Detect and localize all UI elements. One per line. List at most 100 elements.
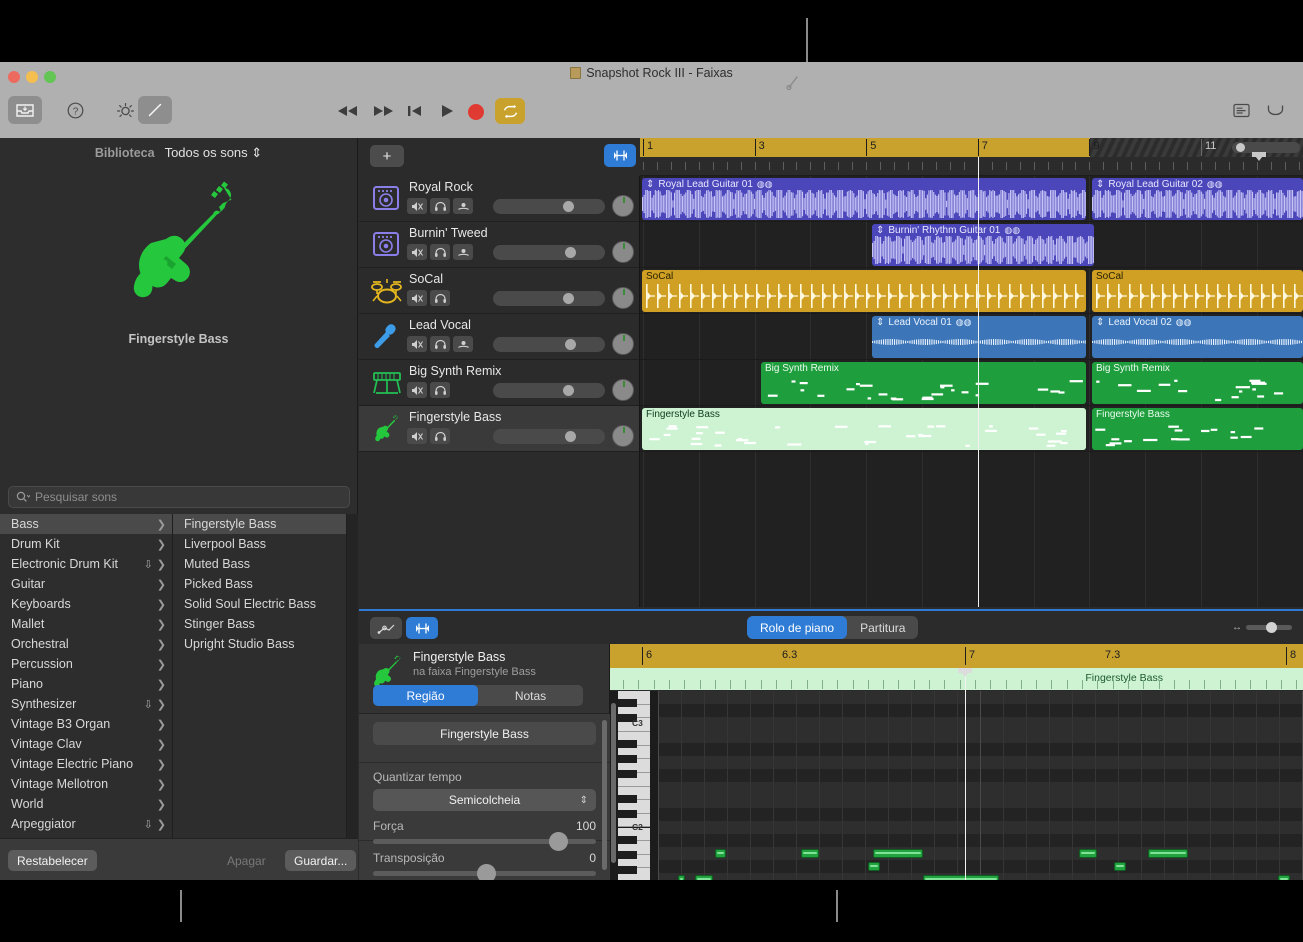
library-patch-item[interactable]: Solid Soul Electric Bass [173, 594, 346, 614]
mute-button[interactable] [407, 290, 427, 306]
track-pan-knob[interactable] [612, 287, 634, 309]
download-icon[interactable]: ⇩ [144, 818, 153, 831]
track-pan-knob[interactable] [612, 195, 634, 217]
track-volume-knob[interactable] [563, 293, 574, 304]
piano-black-key[interactable] [618, 866, 637, 874]
track-volume-knob[interactable] [565, 339, 576, 350]
playhead-handle[interactable] [1252, 152, 1266, 161]
library-category-item[interactable]: Vintage Mellotron❯ [0, 774, 172, 794]
loop-handle-icon[interactable]: ⇕ [646, 179, 654, 190]
piano-roll-ruler[interactable]: 66.377.38 [610, 644, 1303, 668]
track-volume-knob[interactable] [565, 247, 576, 258]
library-search-input[interactable]: Pesquisar sons [8, 486, 350, 508]
region[interactable]: Fingerstyle Bass [1092, 408, 1303, 450]
library-category-column[interactable]: Bass❯Drum Kit❯Electronic Drum Kit⇩❯Guita… [0, 514, 173, 880]
automation-button[interactable] [370, 617, 402, 639]
piano-black-key[interactable] [618, 795, 637, 803]
record-enable-button[interactable] [453, 336, 473, 352]
library-patch-item[interactable]: Upright Studio Bass [173, 634, 346, 654]
midi-note[interactable] [715, 849, 726, 858]
region[interactable]: ⇕Lead Vocal 01◍◍ [872, 316, 1086, 358]
record-enable-button[interactable] [453, 198, 473, 214]
region[interactable]: Fingerstyle Bass [642, 408, 1086, 450]
midi-note[interactable] [1114, 862, 1126, 871]
region[interactable]: SoCal [1092, 270, 1303, 312]
loop-browser-button[interactable] [1262, 96, 1288, 124]
inspector-tabs[interactable]: Região Notas [373, 685, 583, 706]
piano-black-key[interactable] [618, 810, 637, 818]
library-category-item[interactable]: World❯ [0, 794, 172, 814]
track-header[interactable]: SoCal [359, 268, 639, 314]
piano-roll-grid[interactable] [658, 691, 1303, 880]
tab-notes[interactable]: Notas [478, 685, 583, 706]
tab-score[interactable]: Partitura [847, 616, 918, 639]
keyboard-scrollbar[interactable] [611, 703, 616, 863]
library-category-item[interactable]: Keyboards❯ [0, 594, 172, 614]
editor-view-tabs[interactable]: Rolo de piano Partitura [747, 616, 918, 639]
mute-button[interactable] [407, 244, 427, 260]
midi-note[interactable] [678, 875, 685, 880]
piano-black-key[interactable] [618, 836, 637, 844]
library-category-item[interactable]: Drum Kit❯ [0, 534, 172, 554]
track-lane[interactable]: ⇕Lead Vocal 01◍◍⇕Lead Vocal 02◍◍ [640, 314, 1303, 360]
track-volume-knob[interactable] [565, 431, 576, 442]
record-enable-button[interactable] [453, 244, 473, 260]
library-patch-item[interactable]: Stinger Bass [173, 614, 346, 634]
library-category-item[interactable]: Piano❯ [0, 674, 172, 694]
library-category-item[interactable]: Vintage Clav❯ [0, 734, 172, 754]
library-category-item[interactable]: Percussion❯ [0, 654, 172, 674]
library-patch-item[interactable]: Picked Bass [173, 574, 346, 594]
track-lane[interactable]: ⇕Royal Lead Guitar 01◍◍⇕Royal Lead Guita… [640, 176, 1303, 222]
piano-roll-playhead-handle[interactable] [958, 668, 972, 677]
track-lane[interactable]: SoCalSoCal [640, 268, 1303, 314]
track-pan-knob[interactable] [612, 333, 634, 355]
timeline-zoom-slider[interactable] [1232, 142, 1300, 153]
track-header[interactable]: Royal Rock [359, 176, 639, 222]
region-name-field[interactable]: Fingerstyle Bass [373, 722, 596, 745]
add-track-button[interactable]: + [370, 145, 404, 167]
loop-handle-icon[interactable]: ⇕ [1096, 179, 1104, 190]
solo-button[interactable] [430, 244, 450, 260]
solo-button[interactable] [430, 290, 450, 306]
solo-button[interactable] [430, 382, 450, 398]
transpose-slider[interactable] [373, 871, 596, 876]
library-category-item[interactable]: Guitar❯ [0, 574, 172, 594]
track-volume-knob[interactable] [563, 201, 574, 212]
track-lane[interactable]: Fingerstyle BassFingerstyle Bass [640, 406, 1303, 452]
track-header[interactable]: Lead Vocal [359, 314, 639, 360]
reset-button[interactable]: Restabelecer [8, 850, 97, 871]
library-category-item[interactable]: Vintage Electric Piano❯ [0, 754, 172, 774]
midi-note[interactable] [1079, 849, 1097, 858]
track-volume-slider[interactable] [493, 199, 605, 214]
tab-piano-roll[interactable]: Rolo de piano [747, 616, 847, 639]
track-lane[interactable]: ⇕Burnin' Rhythm Guitar 01◍◍ [640, 222, 1303, 268]
loop-handle-icon[interactable]: ⇕ [1096, 317, 1104, 328]
track-header[interactable]: Burnin' Tweed [359, 222, 639, 268]
piano-keyboard[interactable]: C3C2 [610, 691, 658, 880]
track-pan-knob[interactable] [612, 425, 634, 447]
track-pan-knob[interactable] [612, 241, 634, 263]
library-category-item[interactable]: Mallet❯ [0, 614, 172, 634]
piano-black-key[interactable] [618, 740, 637, 748]
library-category-item[interactable]: Orchestral❯ [0, 634, 172, 654]
solo-button[interactable] [430, 336, 450, 352]
track-pan-knob[interactable] [612, 379, 634, 401]
region[interactable]: ⇕Royal Lead Guitar 01◍◍ [642, 178, 1086, 220]
midi-note[interactable] [1278, 875, 1290, 880]
midi-note[interactable] [873, 849, 923, 858]
track-volume-slider[interactable] [493, 245, 605, 260]
note-pad-button[interactable] [1228, 96, 1254, 124]
editor-zoom-knob[interactable] [1266, 622, 1277, 633]
midi-note[interactable] [923, 875, 999, 880]
piano-black-key[interactable] [618, 755, 637, 763]
library-category-item[interactable]: Synthesizer⇩❯ [0, 694, 172, 714]
help-button[interactable]: ? [60, 96, 90, 124]
library-third-column[interactable] [347, 514, 358, 880]
editor-view-button[interactable] [406, 617, 438, 639]
rewind-button[interactable] [335, 99, 361, 123]
library-patch-item[interactable]: Liverpool Bass [173, 534, 346, 554]
transpose-slider-knob[interactable] [477, 864, 496, 880]
midi-note[interactable] [695, 875, 713, 880]
library-category-item[interactable]: Vintage B3 Organ❯ [0, 714, 172, 734]
region[interactable]: Big Synth Remix [1092, 362, 1303, 404]
